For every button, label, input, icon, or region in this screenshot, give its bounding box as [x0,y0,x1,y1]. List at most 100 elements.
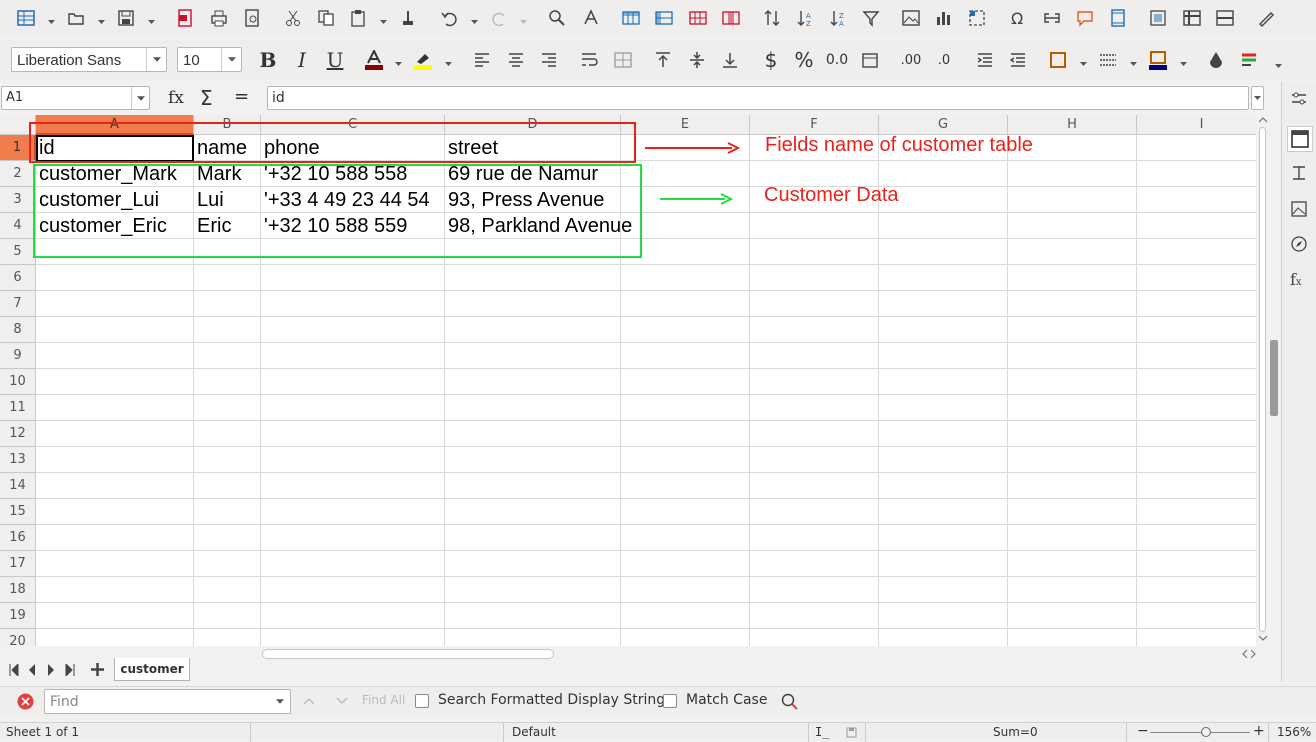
copy-icon[interactable] [316,8,336,28]
page-style[interactable]: Default [512,725,556,739]
row-header[interactable]: 13 [0,447,36,473]
selection-mode-icon[interactable]: I̲ [815,725,829,739]
spreadsheet-icon[interactable] [16,8,36,28]
scroll-right-icon[interactable] [1250,650,1256,658]
row-header[interactable]: 8 [0,317,36,343]
row-header[interactable]: 10 [0,369,36,395]
print-preview-icon[interactable] [242,8,262,28]
chart-icon[interactable] [934,8,954,28]
wrap-text-icon[interactable] [578,49,600,71]
name-box[interactable]: A1 [1,86,150,110]
conditional-format-icon[interactable] [1205,49,1227,71]
draw-icon[interactable] [1256,8,1276,28]
row-header[interactable]: 19 [0,603,36,629]
image-icon[interactable] [901,8,921,28]
border-style-icon[interactable] [1097,49,1119,71]
first-sheet-icon[interactable] [9,664,19,676]
chevron-down-icon[interactable] [1275,58,1282,68]
open-icon[interactable] [66,8,86,28]
number-format-icon[interactable]: 0.0 [826,49,848,71]
vertical-scroll-thumb[interactable] [1259,127,1266,632]
row-header[interactable]: 17 [0,551,36,577]
find-previous-icon[interactable] [303,697,315,705]
zoom-slider[interactable] [1150,732,1250,733]
add-sheet-icon[interactable] [91,663,104,676]
column-header[interactable]: F [750,115,879,135]
sort-descending-icon[interactable]: ZA [828,8,848,28]
row-header[interactable]: 20 [0,629,36,646]
currency-icon[interactable]: $ [760,48,782,72]
column-header[interactable]: G [879,115,1008,135]
row-header[interactable]: 7 [0,291,36,317]
vertical-scrollbar[interactable] [1256,115,1270,646]
next-sheet-icon[interactable] [47,664,55,676]
row-header[interactable]: 14 [0,473,36,499]
horizontal-scroll-thumb[interactable] [262,649,554,659]
navigator-icon[interactable] [1290,235,1308,253]
italic-icon[interactable]: I [291,48,313,72]
add-decimal-icon[interactable]: .00 [900,49,922,71]
scroll-down-icon[interactable] [1259,635,1267,641]
chevron-down-icon[interactable] [445,56,452,66]
functions-icon[interactable]: fx [1290,270,1310,289]
align-center-icon[interactable] [505,49,527,71]
find-input[interactable]: Find [44,689,291,714]
row-header[interactable]: 11 [0,395,36,421]
special-character-icon[interactable]: Ω [1008,8,1028,28]
export-pdf-icon[interactable] [175,8,195,28]
row-header[interactable]: 18 [0,577,36,603]
close-find-icon[interactable] [17,693,34,710]
chevron-down-icon[interactable] [48,14,55,24]
formula-input[interactable]: id [267,86,1249,110]
autofilter-icon[interactable] [861,8,881,28]
sidebar-collapse-handle[interactable] [1270,340,1278,416]
find-replace-icon[interactable] [547,8,567,28]
row-header[interactable]: 12 [0,421,36,447]
formatted-checkbox[interactable] [415,694,429,708]
center-vertically-icon[interactable] [686,49,708,71]
formula-icon[interactable]: = [234,86,249,107]
row-header[interactable]: 2 [0,161,36,187]
gallery-icon[interactable] [1290,200,1308,218]
insert-row-icon[interactable] [688,8,708,28]
delete-decimal-icon[interactable]: .0 [933,49,955,71]
split-window-icon[interactable] [1215,8,1235,28]
undo-icon[interactable] [439,8,459,28]
zoom-out-icon[interactable]: − [1137,723,1149,739]
sort-icon[interactable] [762,8,782,28]
border-color-icon[interactable] [1147,49,1169,71]
chevron-down-icon[interactable] [98,14,105,24]
chevron-down-icon[interactable] [221,48,241,71]
chevron-down-icon[interactable] [471,14,478,24]
column-header[interactable]: I [1137,115,1256,135]
row-icon[interactable] [621,8,641,28]
cut-icon[interactable] [283,8,303,28]
function-wizard-icon[interactable]: fx [168,88,184,108]
clone-format-icon[interactable] [398,8,418,28]
spreadsheet-grid[interactable]: ABCDEFGHI 1 2 3 4 5 6 7 8 9 10 11 12 13 14 15 16 17 18 19 2… [0,115,1256,646]
spelling-icon[interactable] [581,8,601,28]
match-case-checkbox[interactable] [663,694,677,708]
column-header[interactable]: E [621,115,750,135]
row-header[interactable]: 6 [0,265,36,291]
sidebar-settings-icon[interactable] [1290,90,1308,108]
underline-icon[interactable]: U [324,48,346,72]
expand-formula-button[interactable] [1251,86,1264,110]
column-header[interactable]: H [1008,115,1137,135]
font-color-icon[interactable] [363,49,385,71]
find-next-icon[interactable] [336,697,348,705]
save-icon[interactable] [116,8,136,28]
zoom-slider-handle[interactable] [1201,727,1211,737]
print-icon[interactable] [209,8,229,28]
sheet-tab-customer[interactable]: customer [114,658,190,681]
align-top-icon[interactable] [652,49,674,71]
scroll-left-icon[interactable] [1242,650,1248,658]
chevron-down-icon[interactable] [1180,56,1187,66]
freeze-icon[interactable] [1182,8,1202,28]
align-left-icon[interactable] [471,49,493,71]
chevron-down-icon[interactable] [270,690,290,713]
previous-sheet-icon[interactable] [28,664,36,676]
merge-cells-icon[interactable] [612,49,634,71]
scroll-up-icon[interactable] [1259,117,1267,123]
row-header[interactable]: 15 [0,499,36,525]
